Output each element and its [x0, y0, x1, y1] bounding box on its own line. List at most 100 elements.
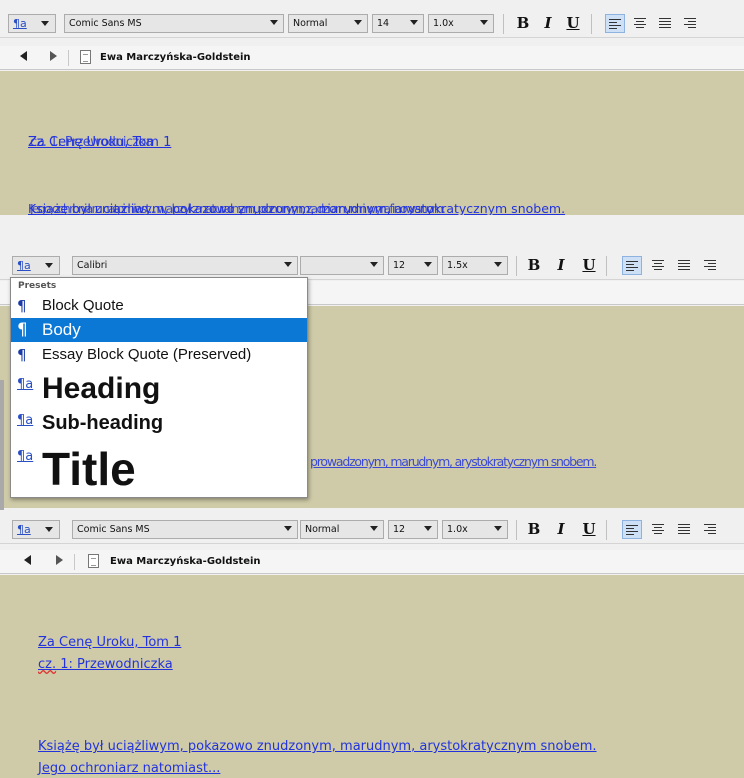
font-weight-value: Normal [293, 18, 328, 29]
document-icon[interactable] [80, 50, 91, 64]
align-justify-button[interactable] [674, 520, 694, 539]
paragraph-style-marker: ¶a [13, 17, 27, 30]
font-family-value: Comic Sans MS [77, 524, 150, 535]
paragraph-style-dropdown: Presets ¶ Block Quote ¶ Body ¶ Essay Blo… [10, 277, 308, 498]
paragraph-style-combo[interactable]: ¶a [8, 14, 56, 33]
toolbar-divider [591, 14, 592, 34]
line-spacing-value: 1.0x [447, 524, 468, 535]
pilcrow-icon: ¶ [17, 320, 28, 340]
line-spacing-combo[interactable]: 1.0x [442, 520, 508, 539]
style-option-label: Essay Block Quote (Preserved) [42, 346, 252, 363]
chevron-down-icon [370, 526, 378, 531]
chevron-down-icon [370, 262, 378, 267]
document-icon[interactable] [88, 554, 99, 568]
font-weight-combo[interactable] [300, 256, 384, 275]
toolbar-divider [516, 256, 517, 276]
toolbar-divider [606, 520, 607, 540]
align-left-button[interactable] [622, 520, 642, 539]
font-family-combo[interactable]: Comic Sans MS [72, 520, 298, 539]
paragraph-style-marker: ¶a [17, 259, 31, 272]
italic-button[interactable]: I [550, 519, 572, 540]
nav-divider [68, 50, 69, 66]
underline-button[interactable]: U [578, 519, 600, 540]
font-family-value: Calibri [77, 260, 108, 271]
align-right-button[interactable] [700, 256, 720, 275]
title-overlap-text: cz. 1: Przewodniczka [30, 135, 153, 150]
spellcheck-word[interactable]: cz. [38, 657, 56, 672]
paragraph-overlap-text: prowadzonym, marudnym, arystokratycznym … [310, 454, 597, 469]
back-arrow-icon[interactable] [20, 51, 27, 61]
forward-arrow-icon[interactable] [50, 51, 57, 61]
line-spacing-combo[interactable]: 1.0x [428, 14, 494, 33]
align-right-button[interactable] [680, 14, 700, 33]
chevron-down-icon [424, 526, 432, 531]
pilcrow-icon: ¶ [17, 346, 27, 364]
paragraph-line-2[interactable]: Jego ochroniarz natomiast... [38, 761, 220, 776]
align-justify-button[interactable] [655, 14, 675, 33]
bold-button[interactable]: B [523, 255, 545, 276]
chevron-down-icon [480, 20, 488, 25]
font-size-value: 12 [393, 524, 406, 535]
align-center-button[interactable] [648, 520, 668, 539]
italic-button[interactable]: I [550, 255, 572, 276]
bold-button[interactable]: B [523, 519, 545, 540]
style-option-title[interactable]: ¶a Title [11, 442, 307, 496]
editor-area[interactable]: Za Cenę Uroku, Tom 1 cz. 1: Przewodniczk… [0, 575, 744, 778]
align-center-button[interactable] [648, 256, 668, 275]
chevron-down-icon [494, 526, 502, 531]
style-option-essay-block-quote[interactable]: ¶ Essay Block Quote (Preserved) [11, 344, 307, 366]
title-line-2-rest: 1: Przewodniczka [56, 657, 173, 672]
paragraph-style-combo[interactable]: ¶a [12, 520, 60, 539]
style-option-heading[interactable]: ¶a Heading [11, 370, 307, 408]
font-weight-combo[interactable]: Normal [300, 520, 384, 539]
style-option-label: Title [42, 443, 136, 495]
title-line-2[interactable]: cz. 1: Przewodniczka [38, 657, 173, 672]
paragraph-style-marker: ¶a [17, 523, 31, 536]
chevron-down-icon [494, 262, 502, 267]
toolbar-divider [503, 14, 504, 34]
back-arrow-icon[interactable] [24, 555, 31, 565]
toolbar-bottom: ¶a Comic Sans MS Normal 12 1.0x B I U [0, 514, 744, 544]
underline-button[interactable]: U [562, 13, 584, 34]
nav-divider [74, 554, 75, 570]
font-weight-combo[interactable]: Normal [288, 14, 368, 33]
paragraph-line-1[interactable]: Książę był uciążliwym, pokazowo znudzony… [38, 739, 597, 754]
align-justify-button[interactable] [674, 256, 694, 275]
chevron-down-icon [424, 262, 432, 267]
title-line-1[interactable]: Za Cenę Uroku, Tom 1 [38, 635, 181, 650]
document-navbar: Ewa Marczyńska-Goldstein [0, 46, 744, 70]
pilcrow-icon: ¶ [17, 297, 27, 315]
align-right-button[interactable] [700, 520, 720, 539]
font-size-value: 12 [393, 260, 406, 271]
font-family-combo[interactable]: Calibri [72, 256, 298, 275]
style-option-label: Block Quote [42, 297, 124, 314]
style-option-body[interactable]: ¶ Body [11, 318, 307, 342]
font-size-combo[interactable]: 12 [388, 520, 438, 539]
font-family-value: Comic Sans MS [69, 18, 142, 29]
forward-arrow-icon[interactable] [56, 555, 63, 565]
chevron-down-icon [284, 262, 292, 267]
paragraph-style-icon: ¶a [17, 377, 34, 392]
font-family-combo[interactable]: Comic Sans MS [64, 14, 284, 33]
dropdown-header: Presets [18, 281, 57, 291]
underline-button[interactable]: U [578, 255, 600, 276]
paragraph-style-combo[interactable]: ¶a [12, 256, 60, 275]
font-size-combo[interactable]: 14 [372, 14, 424, 33]
chevron-down-icon [41, 21, 49, 26]
chevron-down-icon [354, 20, 362, 25]
align-left-button[interactable] [605, 14, 625, 33]
align-center-button[interactable] [630, 14, 650, 33]
style-option-block-quote[interactable]: ¶ Block Quote [11, 295, 307, 317]
font-size-combo[interactable]: 12 [388, 256, 438, 275]
window-edge [0, 380, 4, 510]
style-option-label: Body [42, 320, 81, 339]
editor-area[interactable]: Za Cenę Uroku, Tom 1 cz. 1: Przewodniczk… [0, 71, 744, 215]
font-weight-value: Normal [305, 524, 340, 535]
bold-button[interactable]: B [512, 13, 534, 34]
paragraph-overlap-text: Jego ochroniarz natomiast... walczył z n… [30, 201, 446, 215]
align-left-button[interactable] [622, 256, 642, 275]
line-spacing-combo[interactable]: 1.5x [442, 256, 508, 275]
italic-button[interactable]: I [537, 13, 559, 34]
style-option-sub-heading[interactable]: ¶a Sub-heading [11, 410, 307, 436]
document-navbar: Ewa Marczyńska-Goldstein [0, 550, 744, 574]
